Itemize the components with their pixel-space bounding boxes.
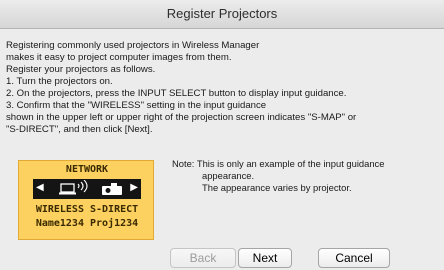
instruction-line: 2. On the projectors, press the INPUT SE… — [6, 88, 347, 99]
instruction-line: Register your projectors as follows. — [6, 64, 156, 75]
projector-icon — [102, 183, 122, 195]
title-bar: Register Projectors — [0, 0, 444, 29]
window-title: Register Projectors — [166, 6, 278, 21]
instruction-line: shown in the upper left or upper right o… — [6, 112, 357, 123]
guidance-source-band: ◀ ▶ — [33, 179, 141, 199]
arrow-left-icon: ◀ — [36, 182, 44, 193]
input-guidance-example: NETWORK ◀ ▶ WIRELESS S-DIRECT Name1234 P… — [18, 160, 154, 240]
arrow-right-icon: ▶ — [130, 182, 138, 193]
note-line: The appearance varies by projector. — [202, 182, 352, 193]
guidance-wireless-line: WIRELESS S-DIRECT — [35, 204, 139, 215]
next-button[interactable]: Next — [238, 248, 292, 268]
instruction-line: 3. Confirm that the "WIRELESS" setting i… — [6, 100, 267, 111]
instruction-line: 1. Turn the projectors on. — [6, 76, 113, 87]
laptop-wireless-icon — [59, 180, 88, 195]
guidance-title: NETWORK — [65, 164, 109, 175]
instruction-line: Registering commonly used projectors in … — [6, 40, 260, 51]
instruction-line: makes it easy to project computer images… — [6, 52, 232, 63]
guidance-name-line: Name1234 Proj1234 — [35, 218, 139, 229]
cancel-button[interactable]: Cancel — [318, 248, 390, 268]
instruction-line: "S-DIRECT", and then click [Next]. — [6, 124, 153, 135]
note-line: appearance. — [202, 170, 255, 181]
note-line: Note: This is only an example of the inp… — [172, 158, 385, 169]
register-projectors-window: Register Projectors Registering commonly… — [0, 0, 444, 270]
back-button[interactable]: Back — [170, 248, 236, 268]
